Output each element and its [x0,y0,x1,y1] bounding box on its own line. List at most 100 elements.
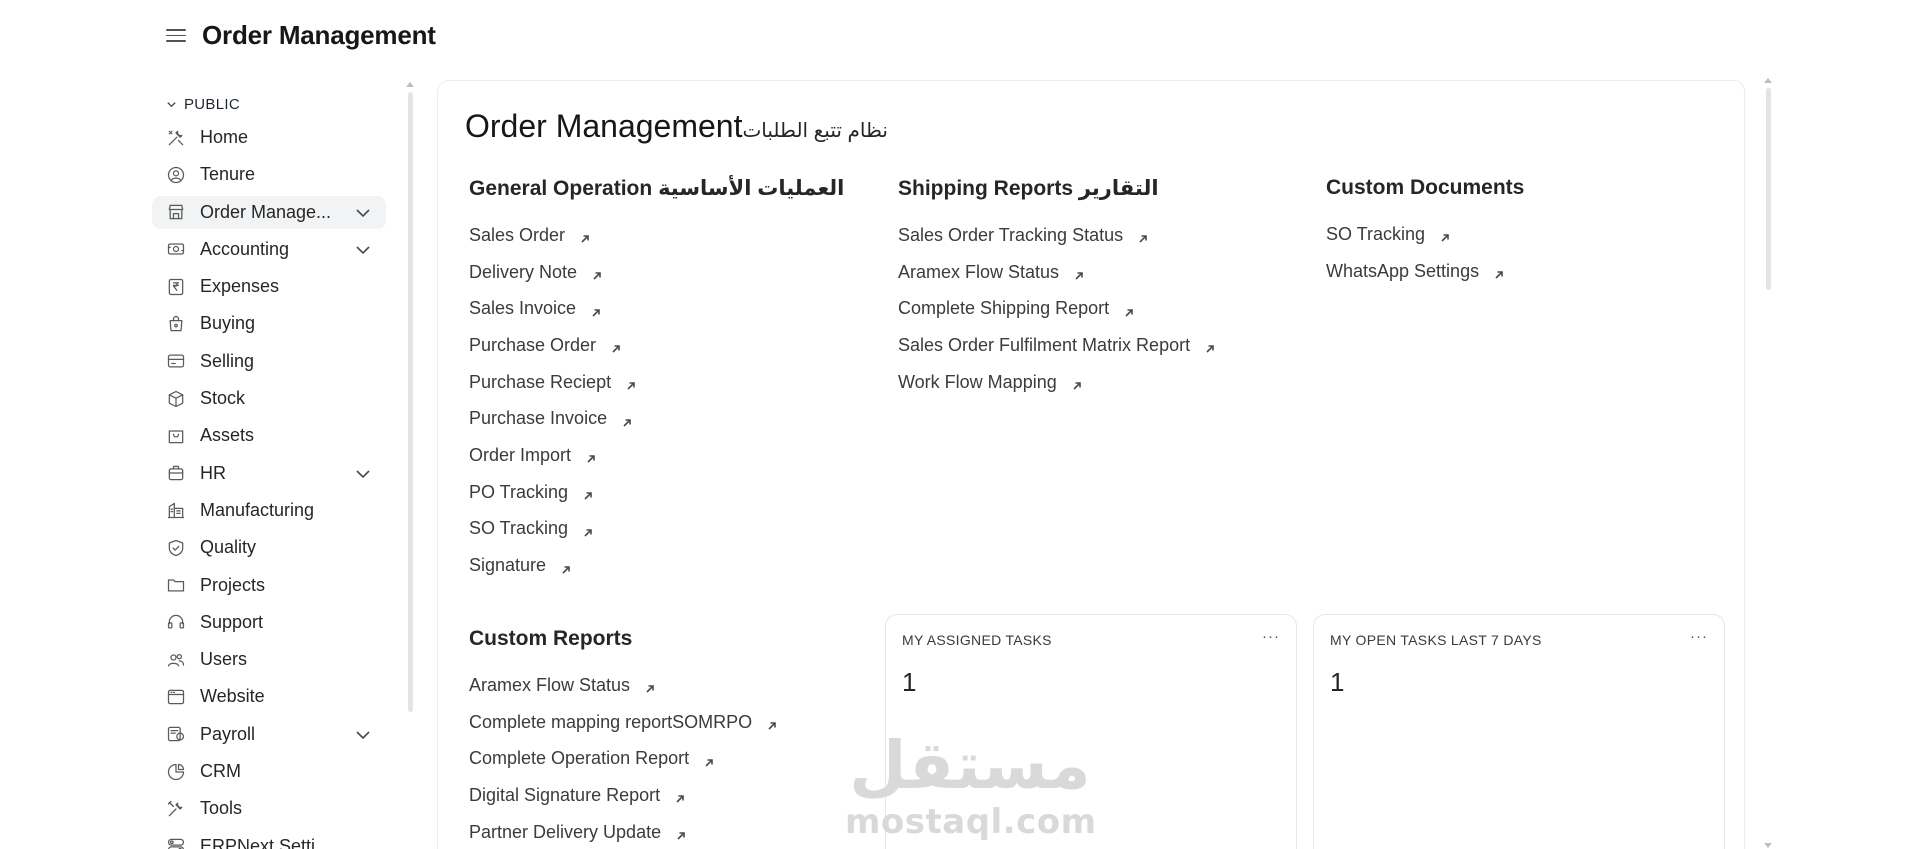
sidebar-item-expenses[interactable]: Expenses [152,270,386,303]
sidebar-scrollbar[interactable] [408,92,413,712]
shield-icon [165,537,187,559]
arrow-up-right-icon [590,303,602,317]
sidebar-item-label: Quality [200,537,257,558]
sidebar-item-manufacturing[interactable]: Manufacturing [152,494,386,527]
shortcut-link-label: Delivery Note [469,261,578,282]
shortcut-link[interactable]: Partner Delivery Update [469,814,778,849]
shortcut-link-label: Aramex Flow Status [469,674,631,695]
arrow-up-right-icon [582,523,594,537]
number-card-open-tasks[interactable]: MY OPEN TASKS LAST 7 DAYS ··· 1 [1313,614,1725,849]
chevron-down-icon[interactable] [355,206,371,220]
arrow-up-right-icon [579,229,591,243]
sidebar-item-label: Tenure [200,164,256,185]
more-options-icon[interactable]: ··· [1262,628,1280,645]
main-scroll-up-icon[interactable] [1764,78,1772,83]
watermark-text-en: mostaql.com [845,802,1097,842]
shortcut-link[interactable]: Aramex Flow Status [469,667,778,704]
shortcut-link-label: Signature [469,555,547,576]
arrow-up-right-icon [560,560,572,574]
shortcut-link[interactable]: Sales Order Tracking Status [898,217,1216,254]
chevron-down-icon [167,101,176,107]
shortcut-link[interactable]: Complete mapping reportSOMRPO [469,704,778,741]
sidebar-item-label: Order Manage... [200,201,332,222]
shortcut-link[interactable]: SO Tracking [469,511,844,548]
arrow-up-right-icon [591,266,603,280]
users-icon [165,649,187,671]
workspace-title-en: Order Management [465,108,743,144]
hamburger-menu-icon[interactable] [166,25,186,47]
sidebar-item-users[interactable]: Users [152,643,386,676]
sidebar-item-tools[interactable]: Tools [152,792,386,825]
shortcut-link-label: PO Tracking [469,481,569,502]
arrow-up-right-icon [703,753,715,767]
chevron-down-icon[interactable] [355,243,371,257]
sidebar-item-buying[interactable]: Buying [152,307,386,340]
shortcut-link[interactable]: WhatsApp Settings [1326,253,1524,290]
watermark-text-ar: مستقل [849,727,1091,804]
sidebar-item-support[interactable]: Support [152,606,386,639]
store-icon [165,201,187,223]
sidebar-item-website[interactable]: Website [152,680,386,713]
chevron-down-icon[interactable] [355,467,371,481]
chevron-down-icon[interactable] [355,728,371,742]
shortcut-link[interactable]: SO Tracking [1326,216,1524,253]
sidebar-item-erpnext-settings[interactable]: ERPNext Settings [152,830,386,849]
arrow-up-right-icon [1204,339,1216,353]
shortcut-link-label: Aramex Flow Status [898,261,1060,282]
box-icon [165,388,187,410]
sidebar-item-stock[interactable]: Stock [152,382,386,415]
sidebar-item-payroll[interactable]: Payroll [152,718,386,751]
arrow-up-right-icon [766,716,778,730]
shortcut-link-label: Order Import [469,444,572,465]
shortcut-link[interactable]: Aramex Flow Status [898,254,1216,291]
arrow-up-right-icon [1137,229,1149,243]
money-icon [165,238,187,260]
arrow-up-right-icon [675,826,687,840]
sidebar-item-label: HR [200,462,226,483]
shortcut-link[interactable]: Order Import [469,437,844,474]
sidebar-item-quality[interactable]: Quality [152,531,386,564]
shortcut-link-label: Digital Signature Report [469,784,661,805]
shortcut-link[interactable]: Digital Signature Report [469,777,778,814]
shortcut-link[interactable]: PO Tracking [469,474,844,511]
sidebar-item-assets[interactable]: Assets [152,419,386,452]
shortcut-link-label: Sales Order Tracking Status [898,224,1124,245]
sidebar-item-accounting[interactable]: Accounting [152,233,386,266]
shortcut-link[interactable]: Delivery Note [469,254,844,291]
shortcut-link-label: Work Flow Mapping [898,371,1057,392]
shortcut-link[interactable]: Complete Shipping Report [898,290,1216,327]
sidebar-scroll-up-icon[interactable] [406,82,414,87]
shortcut-link[interactable]: Work Flow Mapping [898,364,1216,401]
sidebar-item-selling[interactable]: Selling [152,345,386,378]
shortcut-link-label: Partner Delivery Update [469,821,662,842]
links-card-custom-documents: Custom Documents SO Tracking WhatsApp Set… [1326,176,1524,289]
shortcut-link[interactable]: Signature [469,547,844,584]
more-options-icon[interactable]: ··· [1690,628,1708,645]
shortcut-link[interactable]: Sales Order [469,217,844,254]
sidebar-item-projects[interactable]: Projects [152,569,386,602]
shortcut-link-label: Complete mapping reportSOMRPO [469,711,753,732]
shortcut-link[interactable]: Sales Invoice [469,290,844,327]
shortcut-link[interactable]: Complete Operation Report [469,740,778,777]
main-scroll-down-icon[interactable] [1764,843,1772,848]
sidebar-item-tenure[interactable]: Tenure [152,158,386,191]
links-card-custom-reports: Custom Reports Aramex Flow Status Complet… [469,627,778,849]
arrow-up-right-icon [674,789,686,803]
sidebar-item-label: CRM [200,761,241,782]
arrow-up-right-icon [1071,376,1083,390]
number-card-title: MY OPEN TASKS LAST 7 DAYS [1330,632,1542,648]
arrow-up-right-icon [1073,266,1085,280]
main-scrollbar[interactable] [1766,88,1771,290]
shortcut-link[interactable]: Purchase Order [469,327,844,364]
sidebar-item-order-manage[interactable]: Order Manage... [152,195,386,229]
shortcut-link[interactable]: Sales Order Fulfilment Matrix Report [898,327,1216,364]
sidebar-item-hr[interactable]: HR [152,457,386,490]
shortcut-link[interactable]: Purchase Invoice [469,400,844,437]
shortcut-link-label: Purchase Order [469,334,597,355]
sidebar-item-crm[interactable]: CRM [152,755,386,788]
sidebar-section-public[interactable]: PUBLIC [166,93,402,115]
shortcut-link[interactable]: Purchase Reciept [469,364,844,401]
shortcut-link-label: Purchase Reciept [469,371,612,392]
sidebar-item-home[interactable]: Home [152,121,386,154]
sidebar-item-label: Manufacturing [200,499,315,520]
